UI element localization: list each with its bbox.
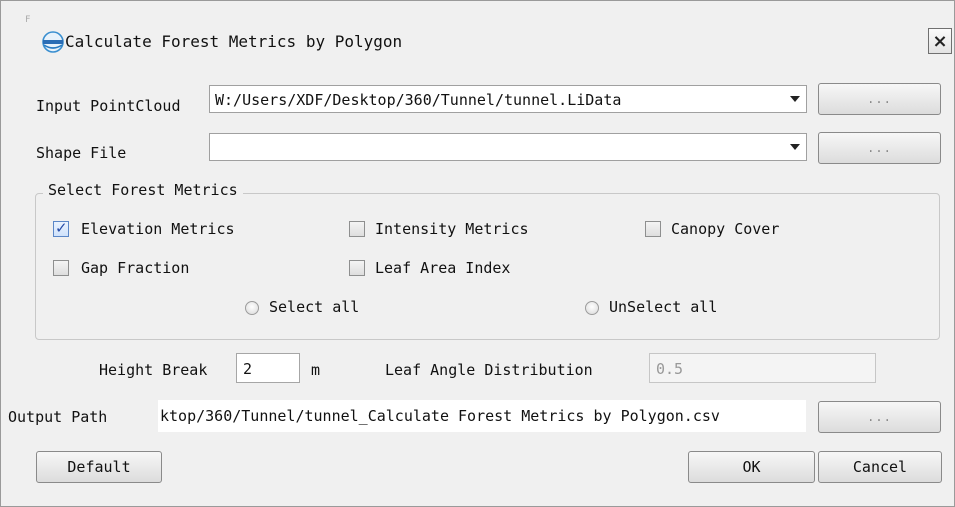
height-break-value: 2 bbox=[243, 360, 253, 378]
leaf-angle-input[interactable]: 0.5 bbox=[649, 353, 876, 383]
output-path-value: ktop/360/Tunnel/tunnel_Calculate Forest … bbox=[160, 407, 720, 425]
calculate-forest-metrics-dialog: F Calculate Forest Metrics by Polygon × … bbox=[0, 0, 955, 507]
output-path-input[interactable]: ktop/360/Tunnel/tunnel_Calculate Forest … bbox=[158, 400, 806, 432]
shape-file-label: Shape File bbox=[36, 144, 127, 162]
leaf-angle-value: 0.5 bbox=[656, 360, 684, 378]
leaf-angle-label: Leaf Angle Distribution bbox=[385, 361, 593, 379]
elevation-metrics-label: Elevation Metrics bbox=[81, 220, 235, 238]
canopy-cover-label: Canopy Cover bbox=[671, 220, 780, 238]
intensity-metrics-label: Intensity Metrics bbox=[375, 220, 529, 238]
gap-fraction-checkbox[interactable] bbox=[53, 260, 69, 276]
chevron-down-icon bbox=[790, 144, 800, 150]
close-button[interactable]: × bbox=[928, 28, 952, 54]
select-all-radio[interactable] bbox=[245, 301, 259, 315]
default-button[interactable]: Default bbox=[36, 451, 162, 483]
group-title: Select Forest Metrics bbox=[43, 181, 243, 199]
shape-file-browse-button[interactable]: ... bbox=[818, 132, 941, 164]
input-pointcloud-browse-button[interactable]: ... bbox=[818, 83, 941, 115]
height-break-unit: m bbox=[311, 361, 321, 379]
input-pointcloud-value: W:/Users/XDF/Desktop/360/Tunnel/tunnel.L… bbox=[215, 91, 622, 109]
cancel-button[interactable]: Cancel bbox=[818, 451, 942, 483]
gap-fraction-label: Gap Fraction bbox=[81, 259, 190, 277]
unselect-all-label: UnSelect all bbox=[609, 298, 718, 316]
window-corner-mark: F bbox=[25, 15, 31, 25]
height-break-label: Height Break bbox=[99, 361, 208, 379]
elevation-metrics-checkbox[interactable]: ✓ bbox=[53, 219, 69, 237]
unselect-all-radio[interactable] bbox=[585, 301, 599, 315]
input-pointcloud-label: Input PointCloud bbox=[36, 97, 181, 115]
chevron-down-icon bbox=[790, 96, 800, 102]
output-path-label: Output Path bbox=[8, 408, 108, 426]
leaf-area-index-label: Leaf Area Index bbox=[375, 259, 511, 277]
height-break-input[interactable]: 2 bbox=[236, 353, 300, 383]
app-logo-icon bbox=[42, 31, 64, 53]
canopy-cover-checkbox[interactable] bbox=[645, 221, 661, 237]
intensity-metrics-checkbox[interactable] bbox=[349, 221, 365, 237]
ok-button[interactable]: OK bbox=[688, 451, 815, 483]
select-all-label: Select all bbox=[269, 298, 360, 316]
window-title: Calculate Forest Metrics by Polygon bbox=[65, 32, 403, 51]
leaf-area-index-checkbox[interactable] bbox=[349, 260, 365, 276]
output-path-browse-button[interactable]: ... bbox=[818, 401, 941, 433]
close-icon: × bbox=[932, 30, 948, 52]
input-pointcloud-combo[interactable]: W:/Users/XDF/Desktop/360/Tunnel/tunnel.L… bbox=[209, 85, 807, 113]
checkmark-icon: ✓ bbox=[55, 219, 68, 237]
shape-file-combo[interactable] bbox=[209, 133, 807, 161]
